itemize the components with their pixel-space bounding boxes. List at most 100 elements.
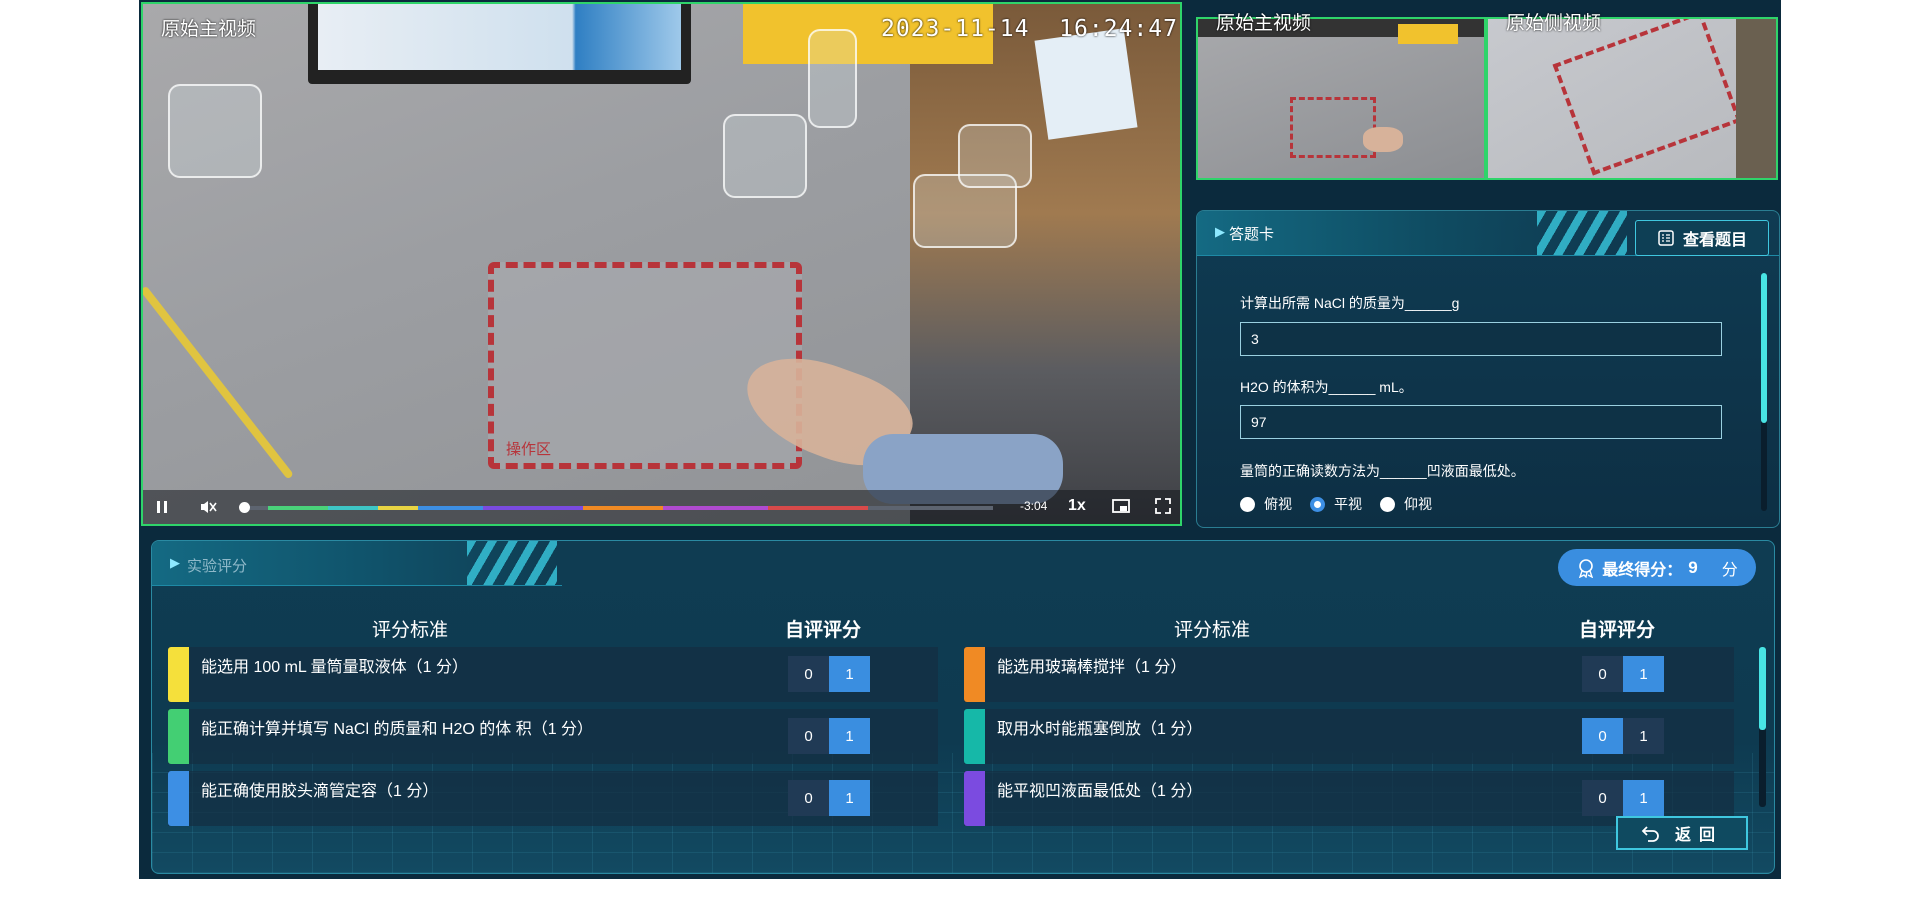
radio-button[interactable] — [1380, 496, 1395, 512]
criteria-row: 能正确使用胶头滴管定容（1 分） 0 1 — [168, 771, 938, 826]
side-video-main[interactable] — [1196, 17, 1486, 180]
score-toggle-group: 01 — [1582, 780, 1664, 816]
final-score-label: 最终得分： — [1602, 561, 1683, 579]
progress-segment — [268, 506, 328, 510]
progress-knob[interactable] — [239, 502, 250, 513]
video-scene-desk — [1736, 19, 1776, 178]
answer-input-nacl-mass[interactable]: 3 — [1240, 322, 1722, 356]
answer-card-panel: ▶ 答题卡 查看题目 计算出所需 NaCl 的质量为______g 3 H2O … — [1196, 210, 1780, 528]
progress-segment — [768, 506, 868, 510]
scrollbar-thumb[interactable] — [1761, 273, 1767, 423]
reading-method-radio-group: 俯视 平视 仰视 — [1240, 494, 1432, 514]
video-scene-cable — [143, 285, 294, 480]
side-video-side[interactable] — [1486, 17, 1778, 180]
main-video-title: 原始主视频 — [161, 19, 257, 40]
side-video-side-title: 原始侧视频 — [1506, 13, 1602, 34]
score-option-button[interactable]: 0 — [788, 780, 829, 816]
criteria-column-header: 评分标准 — [1174, 620, 1251, 641]
criteria-text: 能选用玻璃棒搅拌（1 分） — [997, 659, 1187, 676]
view-question-label: 查看题目 — [1682, 232, 1747, 249]
criteria-color-bar — [964, 771, 985, 826]
pause-button[interactable] — [153, 498, 171, 516]
mute-button[interactable] — [198, 498, 218, 516]
time-remaining: -3:04 — [1020, 499, 1048, 513]
progress-segment — [483, 506, 583, 510]
video-scene-hand — [1363, 127, 1403, 152]
criteria-text: 能平视凹液面最低处（1 分） — [997, 783, 1203, 800]
view-question-button[interactable]: 查看题目 — [1635, 220, 1769, 256]
scrollbar-thumb[interactable] — [1759, 647, 1766, 730]
criteria-text: 能正确计算并填写 NaCl 的质量和 H2O 的体 积（1 分） — [201, 721, 594, 738]
question-label: H2O 的体积为______ mL。 — [1240, 379, 1413, 395]
fullscreen-button[interactable] — [1155, 498, 1171, 514]
mini-work-area — [1552, 19, 1742, 176]
progress-segment — [663, 506, 768, 510]
return-arrow-icon — [1641, 826, 1659, 842]
muted-speaker-icon — [201, 501, 217, 513]
caret-right-icon: ▶ — [170, 555, 180, 570]
speed-button[interactable]: 1x — [1068, 497, 1086, 515]
criteria-color-bar — [964, 709, 985, 764]
answer-card-scrollbar[interactable] — [1761, 273, 1767, 511]
back-button[interactable]: 返回 — [1616, 816, 1748, 850]
radio-option-look-down[interactable]: 俯视 — [1240, 494, 1292, 514]
video-work-area: 操作区 — [488, 262, 802, 469]
score-option-button[interactable]: 1 — [829, 780, 870, 816]
question-label: 计算出所需 NaCl 的质量为______g — [1240, 295, 1460, 311]
score-option-button[interactable]: 1 — [1623, 718, 1664, 754]
self-score-column-header: 自评评分 — [785, 620, 862, 641]
progress-segment — [583, 506, 663, 510]
mini-work-area — [1290, 97, 1376, 158]
score-option-button[interactable]: 1 — [829, 656, 870, 692]
criteria-row: 能正确计算并填写 NaCl 的质量和 H2O 的体 积（1 分） 0 1 — [168, 709, 938, 764]
criteria-color-bar — [168, 771, 189, 826]
radio-label: 仰视 — [1404, 496, 1432, 512]
video-scene-beaker — [168, 84, 262, 178]
score-toggle-group: 01 — [1582, 718, 1664, 754]
score-option-button[interactable]: 0 — [1582, 780, 1623, 816]
criteria-row: 能选用玻璃棒搅拌（1 分） 0 1 — [964, 647, 1734, 702]
video-scene-tissue — [1034, 28, 1138, 140]
video-scene-monitor — [308, 4, 691, 84]
caret-right-icon: ▶ — [1215, 224, 1225, 239]
header-stripes — [467, 541, 557, 585]
radio-option-look-up[interactable]: 仰视 — [1380, 494, 1432, 514]
progress-segment — [418, 506, 483, 510]
score-option-button[interactable]: 0 — [1582, 656, 1623, 692]
criteria-text: 取用水时能瓶塞倒放（1 分） — [997, 721, 1203, 738]
score-option-button[interactable]: 0 — [1582, 718, 1623, 754]
document-list-icon — [1658, 230, 1674, 246]
video-controls: -3:04 1x — [143, 490, 1180, 524]
evaluation-scrollbar[interactable] — [1759, 647, 1766, 807]
back-button-label: 返回 — [1674, 827, 1723, 844]
final-score-value: 9 — [1688, 557, 1698, 577]
criteria-row: 取用水时能瓶塞倒放（1 分） 0 1 — [964, 709, 1734, 764]
score-option-button[interactable]: 0 — [788, 718, 829, 754]
radio-label: 平视 — [1334, 496, 1362, 512]
fullscreen-icon — [1155, 498, 1171, 514]
final-score-badge: 最终得分： 9 分 — [1558, 549, 1756, 586]
video-scene-beaker — [958, 124, 1032, 188]
score-toggle-group: 01 — [788, 718, 870, 754]
evaluation-panel: ▶ 实验评分 最终得分： 9 分 评分标准 自评评分 评分标准 自评评分 能选用… — [151, 540, 1775, 874]
score-option-button[interactable]: 1 — [1623, 780, 1664, 816]
radio-button-selected[interactable] — [1310, 496, 1325, 512]
score-option-button[interactable]: 1 — [829, 718, 870, 754]
radio-option-level[interactable]: 平视 — [1310, 494, 1362, 514]
score-option-button[interactable]: 0 — [788, 656, 829, 692]
main-video-player[interactable]: 操作区 原始主视频 2023-11-14 16:24:47 -3:04 1x — [141, 2, 1182, 526]
progress-segment — [328, 506, 378, 510]
video-timestamp: 2023-11-14 16:24:47 — [881, 16, 1178, 42]
answer-input-water-volume[interactable]: 97 — [1240, 405, 1722, 439]
criteria-text: 能正确使用胶头滴管定容（1 分） — [201, 783, 439, 800]
work-area-label: 操作区 — [506, 441, 552, 458]
score-toggle-group: 01 — [788, 656, 870, 692]
criteria-column-header: 评分标准 — [372, 620, 449, 641]
pip-button[interactable] — [1112, 498, 1130, 514]
video-progress-bar[interactable] — [239, 502, 993, 513]
criteria-text: 能选用 100 mL 量筒量取液体（1 分） — [201, 659, 469, 676]
pause-icon — [157, 501, 167, 513]
score-option-button[interactable]: 1 — [1623, 656, 1664, 692]
side-video-main-title: 原始主视频 — [1216, 13, 1312, 34]
radio-button[interactable] — [1240, 496, 1255, 512]
